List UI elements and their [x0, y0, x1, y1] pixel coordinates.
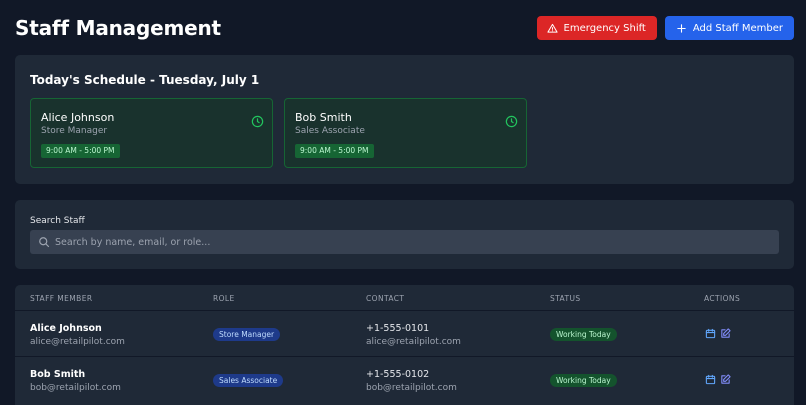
status-badge: Working Today [550, 328, 617, 341]
column-header-staff: STAFF MEMBER [30, 294, 93, 303]
edit-icon[interactable] [720, 374, 731, 385]
contact-email: bob@retailpilot.com [366, 383, 457, 393]
shift-name: Alice Johnson [41, 111, 115, 124]
role-badge: Sales Associate [213, 374, 284, 387]
emergency-shift-button[interactable]: Emergency Shift [536, 16, 657, 40]
contact-phone: +1-555-0101 [366, 323, 430, 334]
staff-email: bob@retailpilot.com [30, 383, 121, 393]
shift-card: Bob Smith Sales Associate 9:00 AM - 5:00… [284, 98, 527, 168]
shift-name: Bob Smith [295, 111, 352, 124]
shift-card: Alice Johnson Store Manager 9:00 AM - 5:… [30, 98, 273, 168]
staff-email: alice@retailpilot.com [30, 337, 125, 347]
emergency-shift-label: Emergency Shift [563, 22, 646, 34]
page-header: Staff Management Emergency Shift Add Sta… [15, 14, 794, 42]
shift-role: Sales Associate [295, 126, 365, 136]
add-staff-button[interactable]: Add Staff Member [664, 16, 794, 40]
edit-icon[interactable] [720, 328, 731, 339]
schedule-title: Today's Schedule - Tuesday, July 1 [30, 73, 260, 87]
column-header-role: ROLE [213, 294, 235, 303]
clock-icon [251, 115, 264, 128]
shift-time-badge: 9:00 AM - 5:00 PM [41, 144, 120, 158]
staff-table: STAFF MEMBER ROLE CONTACT STATUS ACTIONS… [15, 285, 794, 405]
calendar-icon[interactable] [705, 328, 716, 339]
plus-icon [677, 23, 686, 33]
shift-role: Store Manager [41, 126, 108, 136]
role-badge: Store Manager [213, 328, 281, 341]
today-schedule-panel: Today's Schedule - Tuesday, July 1 Alice… [15, 55, 794, 184]
table-header: STAFF MEMBER ROLE CONTACT STATUS ACTIONS [15, 285, 794, 310]
status-badge: Working Today [550, 374, 617, 387]
search-icon [39, 237, 50, 248]
search-input[interactable] [55, 230, 771, 254]
search-box[interactable] [30, 230, 779, 254]
column-header-actions: ACTIONS [704, 294, 741, 303]
table-row: Bob Smith bob@retailpilot.com Sales Asso… [15, 356, 794, 402]
shift-time-badge: 9:00 AM - 5:00 PM [295, 144, 374, 158]
contact-email: alice@retailpilot.com [366, 337, 461, 347]
staff-name: Alice Johnson [30, 323, 102, 334]
column-header-contact: CONTACT [366, 294, 405, 303]
calendar-icon[interactable] [705, 374, 716, 385]
table-row: Alice Johnson alice@retailpilot.com Stor… [15, 310, 794, 356]
clock-icon [505, 115, 518, 128]
header-actions: Emergency Shift Add Staff Member [536, 16, 794, 40]
search-panel: Search Staff [15, 200, 794, 269]
search-label: Search Staff [30, 216, 85, 226]
add-staff-label: Add Staff Member [692, 22, 783, 34]
column-header-status: STATUS [550, 294, 581, 303]
staff-name: Bob Smith [30, 369, 86, 380]
contact-phone: +1-555-0102 [366, 369, 430, 380]
warning-triangle-icon [546, 23, 558, 33]
page-title: Staff Management [15, 16, 221, 40]
shift-list: Alice Johnson Store Manager 9:00 AM - 5:… [30, 98, 527, 168]
